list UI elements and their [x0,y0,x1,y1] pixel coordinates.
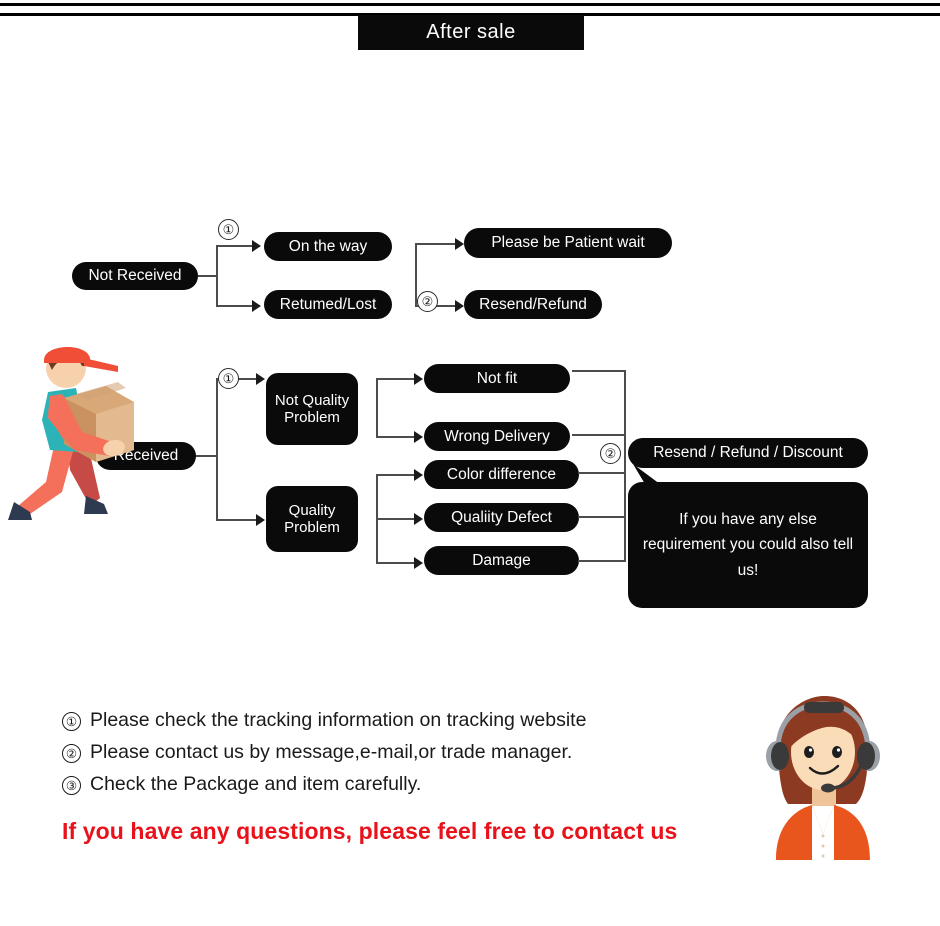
speech-bubble: If you have any else requirement you cou… [628,482,868,608]
node-quality-problem: Quality Problem [266,486,358,552]
node-not-quality-problem: Not Quality Problem [266,373,358,445]
note-number: ③ [62,775,81,795]
courier-illustration [8,346,134,520]
node-not-fit: Not fit [424,364,570,393]
arrowhead-patient-wait [455,238,464,250]
connector-received-split [216,378,218,521]
node-returned-lost: Retumed/Lost [264,290,392,319]
connector-to-wrong-delivery [376,436,416,438]
list-item: ① Please check the tracking information … [62,708,722,733]
connector-not-received-trunk [198,275,218,277]
page-title: After sale [358,15,584,50]
note-number: ② [62,743,81,763]
connector-not-received-split [216,245,218,307]
note-text: Please check the tracking information on… [90,709,587,731]
arrowhead-not-quality [256,373,265,385]
arrowhead-quality-defect [414,513,423,525]
agent-illustration [766,696,880,860]
merge-stub-quality-defect [578,516,626,518]
page-title-text: After sale [426,21,516,43]
connector-received-trunk [196,455,218,457]
note-text: Please contact us by message,e-mail,or t… [90,740,573,763]
merge-stub-damage [578,560,626,562]
list-item: ② Please contact us by message,e-mail,or… [62,740,722,765]
node-quality-defect: Qualiity Defect [424,503,579,532]
node-not-received: Not Received [72,262,198,290]
note-text: Check the Package and item carefully. [90,772,422,795]
arrowhead-returned-lost [252,300,261,312]
merge-stub-color-difference [578,472,626,474]
connector-to-color-difference [376,474,416,476]
header-rule-top [0,3,940,6]
connector-to-on-the-way [216,245,254,247]
contact-highlight: If you have any questions, please feel f… [62,818,678,844]
arrowhead-on-the-way [252,240,261,252]
marker-1-received: ① [218,368,239,389]
connector-to-returned-lost [216,305,254,307]
page-canvas: After sale Not Received ① On the way Ret… [0,0,940,926]
node-please-be-patient-wait: Please be Patient wait [464,228,672,258]
arrowhead-damage [414,557,423,569]
connector-not-quality-split [376,378,378,436]
node-color-difference: Color difference [424,460,579,489]
merge-stub-wrong-delivery [572,434,626,436]
speech-bubble-text: If you have any else requirement you cou… [642,511,854,579]
connector-to-patient-wait [415,243,457,245]
arrowhead-wrong-delivery [414,431,423,443]
marker-1-not-received: ① [218,219,239,240]
arrowhead-color-difference [414,469,423,481]
node-on-the-way: On the way [264,232,392,261]
arrowhead-not-fit [414,373,423,385]
node-wrong-delivery: Wrong Delivery [424,422,570,451]
connector-to-quality [216,519,258,521]
node-not-quality-problem-label: Not Quality Problem [274,391,350,426]
arrowhead-quality [256,514,265,526]
marker-2-received: ② [600,443,621,464]
connector-to-not-fit [376,378,416,380]
node-quality-problem-label: Quality Problem [284,501,340,536]
note-number: ① [62,712,81,731]
connector-to-damage [376,562,416,564]
marker-2-not-received: ② [417,291,438,312]
notes-list: ① Please check the tracking information … [62,708,722,804]
connector-to-quality-defect [376,518,416,520]
list-item: ③ Check the Package and item carefully. [62,772,722,797]
arrowhead-resend-refund [455,300,464,312]
node-resend-refund: Resend/Refund [464,290,602,319]
node-damage: Damage [424,546,579,575]
merge-stub-not-fit [572,370,626,372]
